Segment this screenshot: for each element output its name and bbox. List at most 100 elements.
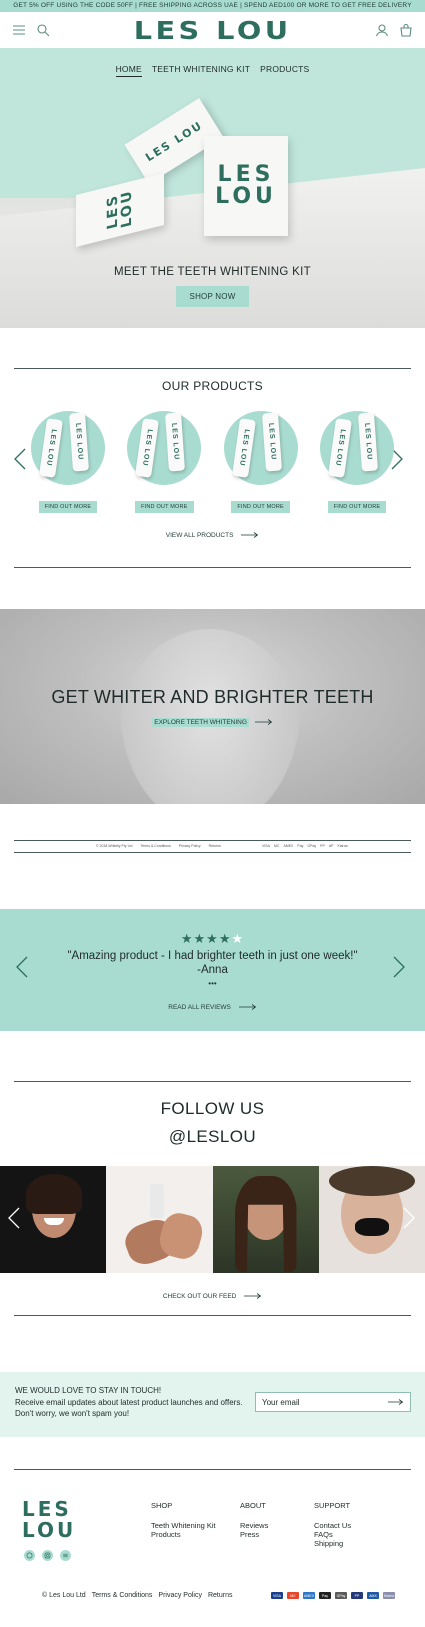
newsletter-body: Receive email updates about latest produ…	[15, 1398, 243, 1418]
facebook-icon[interactable]	[24, 1550, 35, 1561]
logo[interactable]: LES LOU	[134, 16, 292, 45]
footer-shop-heading: SHOP	[151, 1501, 173, 1510]
visa-icon: VISA	[271, 1592, 283, 1599]
shop-now-button[interactable]: SHOP NOW	[175, 286, 250, 307]
box-label: LES LOU	[105, 187, 135, 232]
amex-icon: AMEX	[283, 844, 294, 848]
footer-about-heading: ABOUT	[240, 1501, 266, 1510]
mastercard-icon: MC	[273, 844, 280, 848]
nav-home[interactable]: HOME	[115, 64, 142, 77]
read-all-reviews-link[interactable]: READ ALL REVIEWS	[0, 1004, 425, 1011]
instagram-feed	[0, 1166, 425, 1273]
bottle: LES LOU	[39, 418, 63, 478]
legal-returns-link[interactable]: Returns	[209, 844, 221, 848]
footer-bottom-links: © Les Lou Ltd Terms & Conditions Privacy…	[42, 1592, 233, 1599]
googlepay-icon: GPay	[307, 844, 317, 848]
footer-logo[interactable]: LES LOU	[22, 1499, 82, 1541]
hero-section: HOME TEETH WHITENING KIT PRODUCTS LES LO…	[0, 48, 425, 328]
site-footer: LES LOU SHOP Teeth Whitening Kit Product…	[0, 1437, 425, 1627]
tiktok-icon[interactable]	[60, 1550, 71, 1561]
main-nav: HOME TEETH WHITENING KIT PRODUCTS	[0, 64, 425, 77]
banner-photo	[120, 629, 300, 804]
email-field[interactable]	[255, 1392, 411, 1412]
find-out-more-button[interactable]: FIND OUT MORE	[38, 501, 98, 513]
footer-payment-icons: VISA MC AMEX Pay GPay PP AMX Klarna	[271, 1592, 395, 1599]
box-label: LES LOU	[215, 162, 277, 209]
bottle: LES LOU	[261, 412, 282, 472]
klarna-icon: Klarna	[337, 844, 348, 848]
explore-teeth-whitening-link[interactable]: EXPLORE TEETH WHITENING	[0, 718, 425, 727]
whitening-banner: GET WHITER AND BRIGHTER TEETH EXPLORE TE…	[0, 609, 425, 804]
product-image[interactable]: LES LOU LES LOU	[127, 411, 202, 485]
divider	[14, 567, 411, 568]
account-icon[interactable]	[375, 23, 389, 37]
legal-payment-icons: VISA MC AMEX Pay GPay PP AP Klarna	[262, 844, 348, 848]
nav-teeth-whitening-kit[interactable]: TEETH WHITENING KIT	[152, 64, 250, 77]
star-icon: ★	[180, 931, 194, 946]
view-all-label: VIEW ALL PRODUCTS	[165, 532, 234, 539]
submit-arrow-icon[interactable]	[388, 1399, 404, 1405]
product-image[interactable]: LES LOU LES LOU	[223, 411, 298, 485]
bottle: LES LOU	[68, 412, 90, 472]
product-image[interactable]: LES LOU LES LOU	[31, 411, 105, 485]
feed-next-arrow[interactable]	[401, 1206, 417, 1230]
divider	[14, 852, 411, 853]
check-out-feed-link[interactable]: CHECK OUT OUR FEED	[0, 1293, 425, 1300]
find-out-more-button[interactable]: FIND OUT MORE	[135, 501, 194, 513]
applepay-icon: Pay	[297, 844, 304, 848]
products-section: OUR PRODUCTS LES LOU LES LOU FIND OUT MO…	[0, 369, 425, 609]
arrow-right-icon	[238, 1004, 256, 1011]
find-out-more-button[interactable]: FIND OUT MORE	[327, 501, 387, 513]
product-card[interactable]: LES LOU LES LOU FIND OUT MORE	[124, 411, 204, 513]
banner-title: GET WHITER AND BRIGHTER TEETH	[51, 687, 374, 707]
products-prev-arrow[interactable]	[12, 447, 28, 471]
product-card[interactable]: LES LOU LES LOU FIND OUT MORE	[221, 411, 301, 513]
email-input[interactable]	[262, 1397, 372, 1407]
star-icon: ★	[206, 931, 219, 946]
footer-privacy-link[interactable]: Privacy Policy	[158, 1592, 202, 1599]
instagram-icon[interactable]	[42, 1550, 53, 1561]
nav-products[interactable]: PRODUCTS	[260, 64, 309, 77]
product-card[interactable]: LES LOU LES LOU FIND OUT MORE	[28, 411, 108, 513]
mastercard-icon: MC	[287, 1592, 299, 1599]
find-out-more-button[interactable]: FIND OUT MORE	[231, 501, 290, 513]
bottle: LES LOU	[135, 418, 160, 478]
divider	[14, 1315, 411, 1316]
arrow-right-icon	[254, 719, 272, 726]
footer-support-column: SUPPORT Contact Us FAQs Shipping	[314, 1501, 351, 1548]
search-icon[interactable]	[36, 23, 50, 37]
footer-link-reviews[interactable]: Reviews	[240, 1521, 268, 1530]
announcement-bar: GET 5% OFF USING THE CODE 50FF | FREE SH…	[0, 0, 425, 12]
footer-link-faqs[interactable]: FAQs	[314, 1530, 351, 1539]
bottle: LES LOU	[357, 412, 378, 472]
divider	[14, 1469, 411, 1470]
review-author: -Anna	[197, 964, 228, 976]
footer-link-shipping[interactable]: Shipping	[314, 1539, 351, 1548]
footer-link-teeth-whitening-kit[interactable]: Teeth Whitening Kit	[151, 1521, 216, 1530]
footer-link-press[interactable]: Press	[240, 1530, 268, 1539]
explore-label: EXPLORE TEETH WHITENING	[152, 718, 249, 727]
feed-photo[interactable]	[212, 1166, 319, 1273]
footer-link-products[interactable]: Products	[151, 1530, 216, 1539]
footer-returns-link[interactable]: Returns	[208, 1592, 233, 1599]
legal-terms-link[interactable]: Terms & Conditions	[140, 844, 170, 848]
footer-bottom-bar: © Les Lou Ltd Terms & Conditions Privacy…	[42, 1592, 395, 1599]
star-icon: ★	[218, 931, 232, 946]
review-section: ★★★★★ "Amazing product - I had brighter …	[0, 909, 425, 1031]
product-image[interactable]: LES LOU LES LOU	[319, 411, 394, 485]
follow-handle[interactable]: @LESLOU	[0, 1127, 425, 1147]
bag-icon[interactable]	[399, 23, 413, 37]
menu-icon[interactable]	[12, 23, 26, 37]
feed-photo[interactable]	[106, 1166, 213, 1273]
divider	[14, 1081, 411, 1082]
product-card[interactable]: LES LOU LES LOU FIND OUT MORE	[317, 411, 397, 513]
review-pagination-dots[interactable]: •••	[0, 979, 425, 988]
feed-link-section: CHECK OUT OUR FEED	[0, 1273, 425, 1347]
view-all-products-link[interactable]: VIEW ALL PRODUCTS	[0, 532, 425, 539]
amex-icon: AMEX	[303, 1592, 315, 1599]
feed-prev-arrow[interactable]	[6, 1206, 22, 1230]
review-text: "Amazing product - I had brighter teeth …	[67, 950, 358, 962]
footer-terms-link[interactable]: Terms & Conditions	[92, 1592, 153, 1599]
footer-link-contact-us[interactable]: Contact Us	[314, 1521, 351, 1530]
legal-privacy-link[interactable]: Privacy Policy	[179, 844, 201, 848]
